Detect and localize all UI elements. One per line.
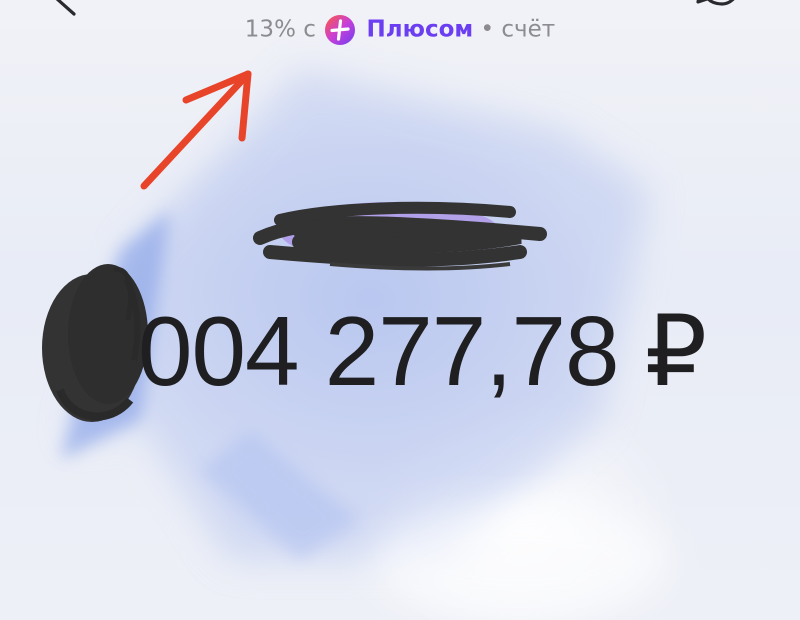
cashback-percent-text: 13% с: [244, 16, 316, 43]
red-annotation-arrow: [140, 70, 252, 190]
cashback-info[interactable]: 13% с Плюсом • счёт: [0, 12, 800, 47]
account-label: счёт: [501, 16, 556, 43]
top-bar: 13% с Плюсом • счёт: [0, 0, 800, 60]
balance-amount: 004 277,78 ₽: [138, 296, 707, 406]
plus-logo-icon: [325, 14, 356, 45]
separator-dot: •: [480, 16, 495, 43]
plus-brand-label: Плюсом: [366, 16, 474, 43]
redaction-scribble-label: [253, 201, 547, 271]
